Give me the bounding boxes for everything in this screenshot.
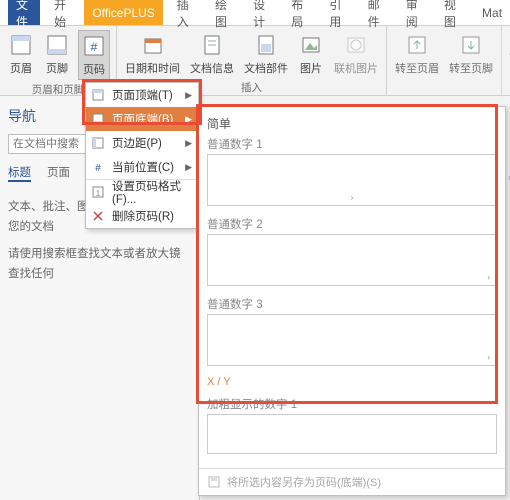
ribbon-tabs: 文件 开始 OfficePLUS 插入 绘图 设计 布局 引用 邮件 审阅 视图… (0, 0, 510, 26)
online-picture-button[interactable]: 联机图片 (332, 30, 380, 78)
goto-footer-label: 转至页脚 (449, 60, 493, 76)
submenu-arrow-icon: ▶ (185, 162, 192, 173)
tab-home[interactable]: 开始 (46, 0, 78, 25)
page-number-icon: # (81, 33, 107, 59)
menu-bottom-label: 页面底端(B) (112, 111, 173, 127)
page-number-button[interactable]: # 页码 (78, 30, 110, 80)
submenu-arrow-icon: ▶ (185, 138, 192, 149)
remove-icon (91, 209, 105, 223)
page-bottom-icon (91, 112, 105, 126)
datetime-label: 日期和时间 (125, 60, 180, 76)
svg-text:#: # (95, 163, 101, 174)
menu-remove-label: 删除页码(R) (112, 208, 174, 224)
docpart-label: 文档部件 (244, 60, 288, 76)
menu-margins[interactable]: 页边距(P) ▶ (86, 131, 198, 155)
picture-button[interactable]: 图片 (296, 30, 326, 78)
menu-margins-label: 页边距(P) (112, 135, 162, 151)
page-top-icon (91, 88, 105, 102)
tab-insert[interactable]: 插入 (169, 0, 201, 25)
footer-label: 页脚 (46, 60, 68, 76)
datetime-button[interactable]: 日期和时间 (123, 30, 182, 78)
gallery-xy-sep: X / Y (207, 376, 497, 388)
svg-text:1: 1 (96, 189, 101, 198)
svg-text:#: # (91, 40, 98, 54)
submenu-arrow-icon: ▶ (185, 114, 192, 125)
page-margin-icon (91, 136, 105, 150)
menu-current-position[interactable]: # 当前位置(C) ▶ (86, 155, 198, 179)
page-number-gallery: 简单 普通数字 1 › 普通数字 2 › 普通数字 3 › X / Y 加粗显示… (198, 106, 506, 496)
tab-draw[interactable]: 绘图 (207, 0, 239, 25)
menu-format-label: 设置页码格式(F)... (112, 178, 192, 206)
picture-label: 图片 (300, 60, 322, 76)
tab-layout[interactable]: 布局 (283, 0, 315, 25)
gallery-bold-1-title: 加粗显示的数字 1 (207, 396, 497, 412)
page-number-label: 页码 (83, 61, 105, 77)
docinfo-button[interactable]: 文档信息 (188, 30, 236, 78)
header-button[interactable]: 页眉 (6, 30, 36, 78)
gallery-item-2-title: 普通数字 2 (207, 216, 497, 232)
goto-footer-button[interactable]: 转至页脚 (447, 30, 495, 78)
header-icon (8, 32, 34, 58)
page-num-placeholder: › (351, 193, 354, 202)
tab-references[interactable]: 引用 (321, 0, 353, 25)
tab-mail[interactable]: 邮件 (360, 0, 392, 25)
ribbon-group-goto: 转至页眉 转至页脚 (387, 26, 502, 95)
menu-top-label: 页面顶端(T) (112, 87, 173, 103)
menu-top-of-page[interactable]: 页面顶端(T) ▶ (86, 83, 198, 107)
picture-icon (298, 32, 324, 58)
footer-icon (44, 32, 70, 58)
online-picture-label: 联机图片 (334, 60, 378, 76)
goto-header-button[interactable]: 转至页眉 (393, 30, 441, 78)
calendar-icon (140, 32, 166, 58)
gallery-footer[interactable]: 将所选内容另存为页码(底端)(S) (199, 468, 505, 495)
tab-officeplus[interactable]: OfficePLUS (84, 0, 162, 25)
footer-button[interactable]: 页脚 (42, 30, 72, 78)
menu-format-page-number[interactable]: 1 设置页码格式(F)... (86, 180, 198, 204)
save-icon (207, 475, 221, 489)
menu-current-label: 当前位置(C) (112, 159, 174, 175)
page-num-placeholder: › (487, 273, 490, 282)
menu-remove-page-number[interactable]: 删除页码(R) (86, 204, 198, 228)
gallery-footer-label: 将所选内容另存为页码(底端)(S) (227, 474, 381, 490)
header-label: 页眉 (10, 60, 32, 76)
online-picture-icon (343, 32, 369, 58)
menu-bottom-of-page[interactable]: 页面底端(B) ▶ (86, 107, 198, 131)
docinfo-icon (199, 32, 225, 58)
page-num-placeholder: › (487, 353, 490, 362)
gallery-item-1-title: 普通数字 1 (207, 136, 497, 152)
nav-body-line2: 请使用搜索框查找文本或者放大镜查找任何 (8, 245, 191, 284)
docpart-button[interactable]: 文档部件 (242, 30, 290, 78)
submenu-arrow-icon: ▶ (185, 90, 192, 101)
gallery-item-3-title: 普通数字 3 (207, 296, 497, 312)
tab-file[interactable]: 文件 (8, 0, 40, 25)
current-pos-icon: # (91, 160, 105, 174)
tab-view[interactable]: 视图 (436, 0, 468, 25)
page-number-menu: 页面顶端(T) ▶ 页面底端(B) ▶ 页边距(P) ▶ # 当前位置(C) ▶… (85, 82, 199, 229)
tab-review[interactable]: 审阅 (398, 0, 430, 25)
tab-design[interactable]: 设计 (245, 0, 277, 25)
ribbon: 页眉 页脚 # 页码 页眉和页脚 日期和时间 (0, 26, 510, 96)
docpart-icon (253, 32, 279, 58)
gallery-item-3[interactable]: › (207, 314, 497, 366)
gallery-item-2[interactable]: › (207, 234, 497, 286)
gallery-item-1[interactable]: › (207, 154, 497, 206)
goto-header-label: 转至页眉 (395, 60, 439, 76)
gallery-section-simple: 简单 (207, 115, 497, 132)
goto-footer-icon (458, 32, 484, 58)
nav-tab-page[interactable]: 页面 (47, 164, 70, 182)
ribbon-group-nav: 上一条 下一条 链接到前一节 导航 (502, 26, 510, 95)
group-goto-label (393, 80, 495, 95)
gallery-bold-1[interactable] (207, 414, 497, 454)
goto-header-icon (404, 32, 430, 58)
docinfo-label: 文档信息 (190, 60, 234, 76)
format-icon: 1 (91, 185, 105, 199)
nav-tab-heading[interactable]: 标题 (8, 164, 31, 182)
tab-math[interactable]: Mat (474, 0, 510, 25)
